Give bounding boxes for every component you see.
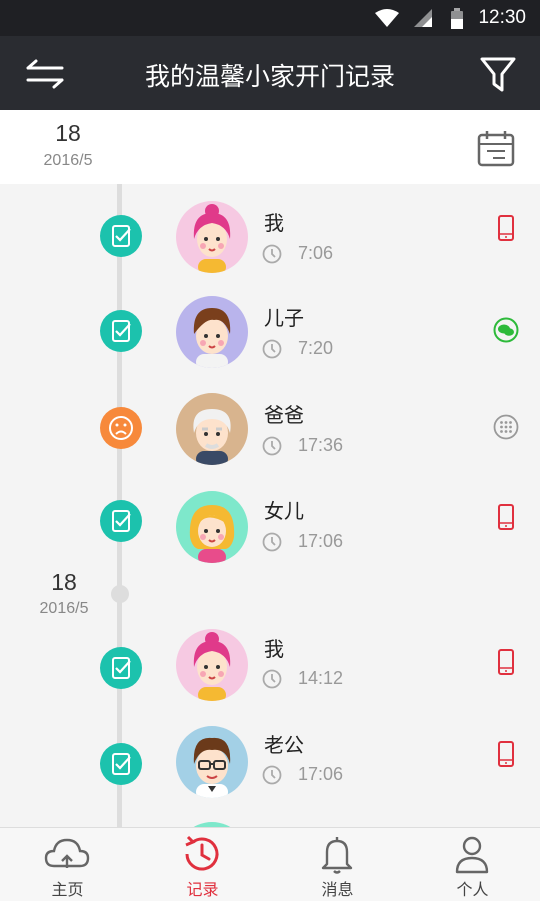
group-date-day: 18 bbox=[51, 569, 77, 595]
record-name: 儿子 bbox=[264, 306, 304, 330]
woman-pink-hair-avatar bbox=[176, 629, 248, 701]
boy-avatar bbox=[176, 296, 248, 368]
clock-icon bbox=[262, 339, 282, 359]
record-name: 老公 bbox=[264, 733, 304, 757]
woman-pink-hair-avatar bbox=[176, 201, 248, 273]
bell-icon bbox=[321, 837, 353, 874]
filter-icon bbox=[480, 57, 516, 92]
success-status-icon bbox=[100, 743, 142, 785]
phone-icon bbox=[498, 649, 514, 675]
clock-icon bbox=[262, 532, 282, 552]
record-time: 14:12 bbox=[298, 668, 344, 688]
wechat-icon bbox=[493, 317, 519, 343]
tab-label: 记录 bbox=[186, 880, 219, 899]
phone-icon bbox=[498, 215, 514, 241]
tab-home[interactable]: 主页 bbox=[0, 828, 135, 901]
battery-icon bbox=[451, 8, 463, 29]
record-item[interactable]: 老公 17:06 bbox=[0, 721, 540, 819]
tab-messages[interactable]: 消息 bbox=[270, 828, 405, 901]
failed-status-icon bbox=[100, 407, 142, 449]
record-item[interactable]: 爸爸 17:36 bbox=[0, 380, 540, 478]
phone-icon bbox=[498, 504, 514, 530]
cloud-icon bbox=[44, 838, 90, 868]
status-time: 12:30 bbox=[478, 7, 526, 28]
group-date-year-month: 2016/5 bbox=[39, 600, 89, 617]
record-time: 7:20 bbox=[298, 338, 334, 358]
record-item[interactable]: 儿子 7:20 bbox=[0, 283, 540, 381]
record-item[interactable]: 女儿 17:06 bbox=[0, 476, 540, 574]
filter-button[interactable] bbox=[478, 54, 520, 94]
calendar-button[interactable] bbox=[476, 128, 518, 170]
app-bar: 我的温馨小家开门记录 bbox=[0, 36, 540, 110]
clock-icon bbox=[262, 244, 282, 264]
records-timeline[interactable]: 我 7:06 儿子 7:20 爸爸 17:36 女儿 17:06 18 2016… bbox=[0, 184, 540, 827]
tab-label: 主页 bbox=[51, 880, 84, 899]
keypad-icon bbox=[493, 414, 519, 440]
success-status-icon bbox=[100, 647, 142, 689]
date-header: 18 2016/5 bbox=[0, 110, 540, 185]
success-status-icon bbox=[100, 310, 142, 352]
tab-profile[interactable]: 个人 bbox=[405, 828, 540, 901]
record-name: 爸爸 bbox=[264, 403, 304, 427]
clock-icon bbox=[262, 765, 282, 785]
phone-icon bbox=[498, 741, 514, 767]
date-day: 18 bbox=[55, 120, 81, 146]
record-name: 女儿 bbox=[264, 499, 304, 523]
grandpa-avatar bbox=[176, 393, 248, 465]
bottom-tab-bar: 主页 记录 消息 个人 bbox=[0, 827, 540, 901]
status-bar: 12:30 bbox=[0, 0, 540, 36]
timeline-node bbox=[111, 585, 129, 603]
wifi-icon bbox=[375, 9, 399, 27]
record-item[interactable]: 我 7:06 bbox=[0, 188, 540, 286]
clock-icon bbox=[262, 669, 282, 689]
record-time: 17:06 bbox=[298, 764, 344, 784]
tab-label: 个人 bbox=[456, 880, 489, 899]
record-name: 我 bbox=[264, 637, 284, 661]
record-time: 7:06 bbox=[298, 243, 334, 263]
success-status-icon bbox=[100, 215, 142, 257]
record-time: 17:36 bbox=[298, 435, 344, 455]
page-title: 我的温馨小家开门记录 bbox=[144, 62, 395, 91]
tab-records[interactable]: 记录 bbox=[135, 828, 270, 901]
calendar-icon bbox=[477, 131, 515, 167]
clock-icon bbox=[262, 436, 282, 456]
success-status-icon bbox=[100, 500, 142, 542]
record-name: 我 bbox=[264, 211, 284, 235]
man-glasses-avatar bbox=[176, 726, 248, 798]
signal-icon bbox=[414, 9, 432, 27]
history-icon bbox=[185, 835, 219, 871]
user-icon bbox=[455, 836, 489, 874]
tab-label: 消息 bbox=[321, 880, 354, 899]
girl-blonde-avatar bbox=[176, 491, 248, 563]
date-year-month: 2016/5 bbox=[43, 152, 93, 169]
record-item[interactable]: 我 14:12 bbox=[0, 625, 540, 723]
record-time: 17:06 bbox=[298, 531, 344, 551]
